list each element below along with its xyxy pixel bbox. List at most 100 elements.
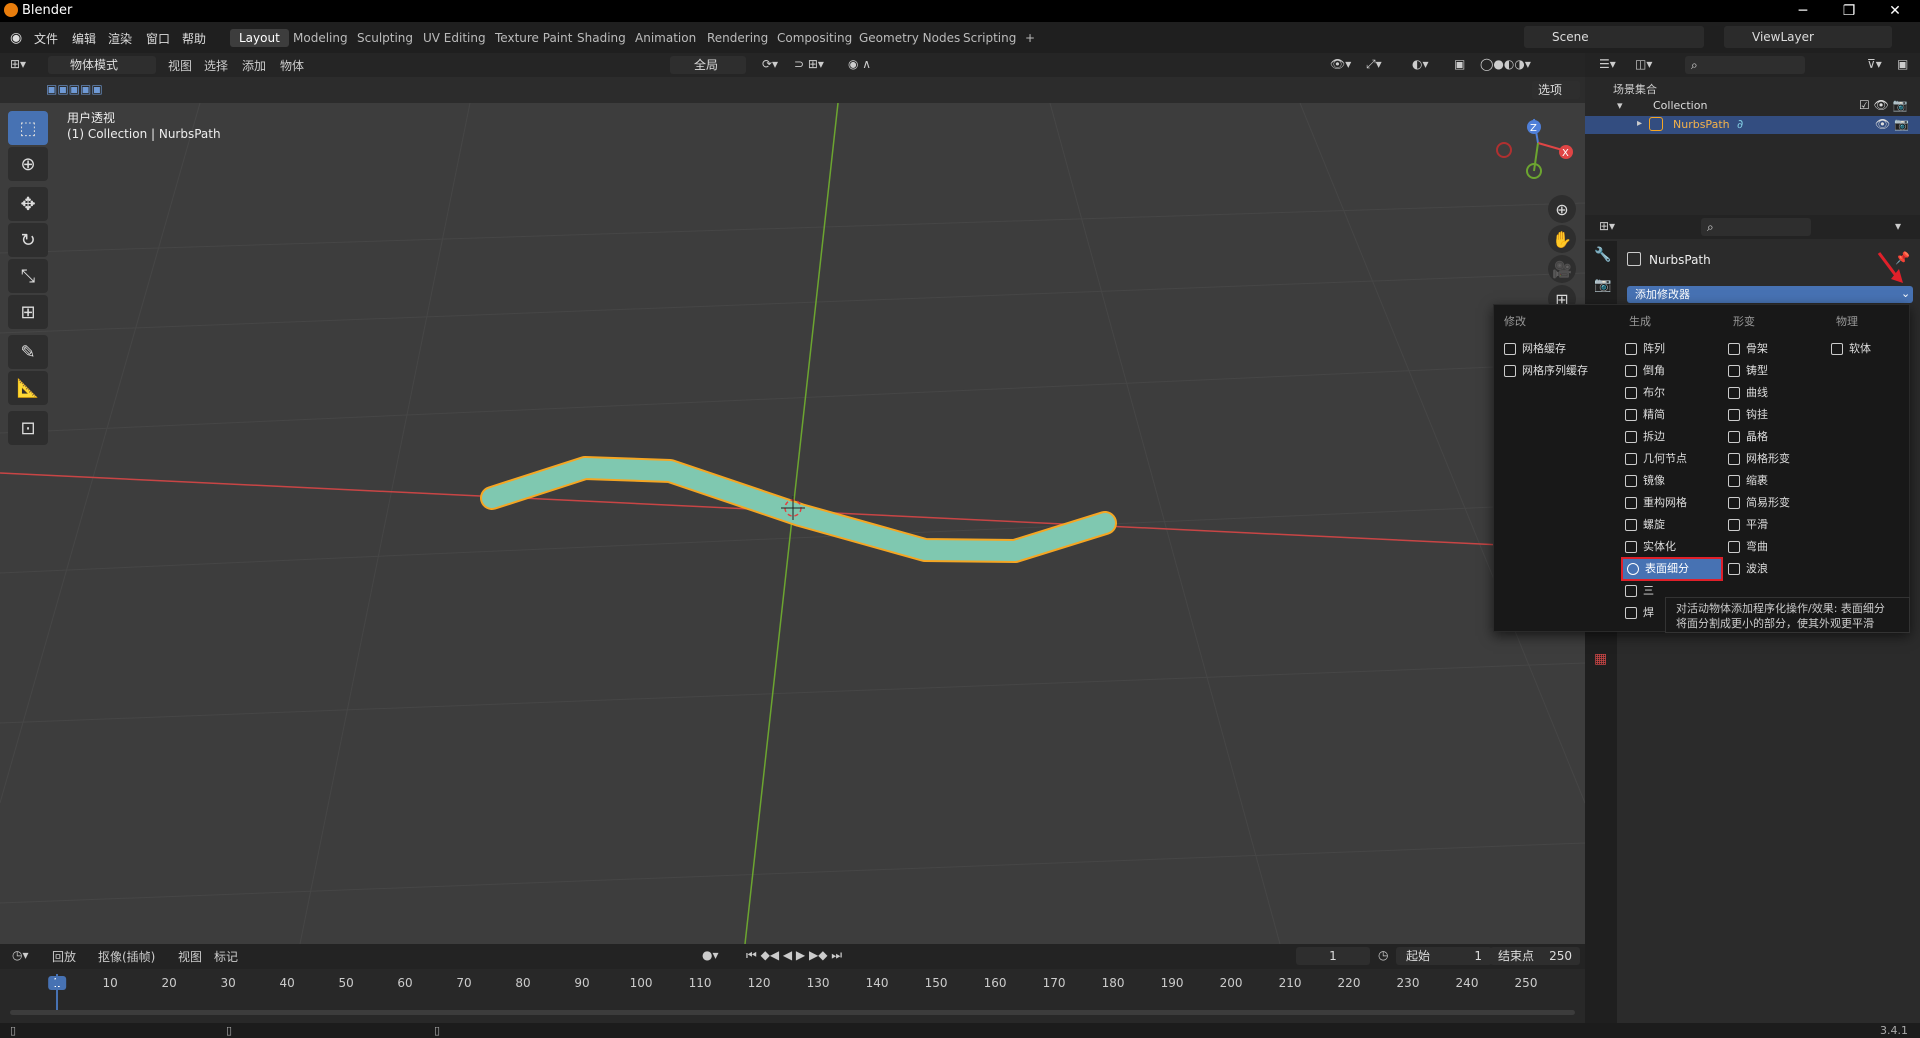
collection-expand-icon[interactable]: ▾ xyxy=(1617,99,1623,112)
menu-item-shrinkwrap[interactable]: 缩裹 xyxy=(1724,471,1824,491)
outliner-root[interactable]: 场景集合 xyxy=(1613,81,1657,97)
menu-item-hook[interactable]: 钩挂 xyxy=(1724,405,1824,425)
editor-type-icon[interactable]: ⊞▾ xyxy=(10,57,26,71)
zoom-icon[interactable]: ⊕ xyxy=(1548,195,1576,223)
minimize-button[interactable]: ─ xyxy=(1780,0,1826,22)
annotate-tool-icon[interactable]: ✎ xyxy=(8,335,48,369)
tool-tab-icon[interactable]: 🔧 xyxy=(1594,247,1611,263)
texture-tab-icon[interactable]: ▦ xyxy=(1594,651,1607,667)
current-frame-field[interactable]: 1 xyxy=(1296,947,1370,965)
outliner-editor-icon[interactable]: ☰▾ xyxy=(1599,57,1616,71)
menu-file[interactable]: 文件 xyxy=(34,30,58,47)
menu-object[interactable]: 物体 xyxy=(280,57,304,74)
tab-sculpting[interactable]: Sculpting xyxy=(348,29,422,47)
timeline-editor-icon[interactable]: ◷▾ xyxy=(12,948,29,962)
menu-view[interactable]: 视图 xyxy=(168,57,192,74)
options-dropdown[interactable]: 选项 xyxy=(1532,81,1580,99)
add-workspace-button[interactable]: + xyxy=(1016,29,1044,47)
filter-icon[interactable]: ⊽▾ xyxy=(1867,57,1882,71)
menu-render[interactable]: 渲染 xyxy=(108,30,132,47)
menu-item-mirror[interactable]: 镜像 xyxy=(1621,471,1721,491)
xray-icon[interactable]: ▣ xyxy=(1454,57,1465,71)
camera-icon[interactable]: 🎥 xyxy=(1548,255,1576,283)
pan-hand-icon[interactable]: ✋ xyxy=(1548,225,1576,253)
rotate-tool-icon[interactable]: ↻ xyxy=(8,223,48,257)
menu-item-smooth[interactable]: 平滑 xyxy=(1724,515,1824,535)
menu-item-mesh-sequence-cache[interactable]: 网格序列缓存 xyxy=(1500,361,1615,381)
select-box-tool-icon[interactable]: ⬚ xyxy=(8,111,48,145)
properties-options-icon[interactable]: ▾ xyxy=(1895,219,1901,233)
outliner-object[interactable]: NurbsPath xyxy=(1673,118,1730,131)
object-expand-icon[interactable]: ▸ xyxy=(1637,118,1642,129)
menu-item-weld[interactable]: 焊接 xyxy=(1621,603,1661,623)
menu-item-armature[interactable]: 骨架 xyxy=(1724,339,1824,359)
outliner-collection[interactable]: Collection xyxy=(1653,99,1707,112)
properties-editor-icon[interactable]: ⊞▾ xyxy=(1599,219,1615,233)
menu-item-simple-deform[interactable]: 简易形变 xyxy=(1724,493,1824,513)
measure-tool-icon[interactable]: 📐 xyxy=(8,371,48,405)
menu-item-edge-split[interactable]: 拆边 xyxy=(1621,427,1721,447)
render-tab-icon[interactable]: 📷 xyxy=(1594,277,1611,293)
shading-modes-icon[interactable]: ◯●◐◑▾ xyxy=(1480,57,1531,71)
object-visibility-icons[interactable]: 👁 📷 xyxy=(1875,117,1909,131)
menu-item-boolean[interactable]: 布尔 xyxy=(1621,383,1721,403)
tab-geometry-nodes[interactable]: Geometry Nodes xyxy=(850,29,969,47)
start-frame-field[interactable]: 起始 1 xyxy=(1396,947,1492,965)
menu-keying[interactable]: 抠像(插帧) xyxy=(98,948,155,965)
properties-search-input[interactable]: ⌕ xyxy=(1701,218,1811,236)
blender-menu-icon[interactable]: ◉ xyxy=(10,30,22,46)
menu-item-curve[interactable]: 曲线 xyxy=(1724,383,1824,403)
scene-selector[interactable]: Scene xyxy=(1524,26,1704,48)
menu-item-mesh-cache[interactable]: 网格缓存 xyxy=(1500,339,1615,359)
menu-item-decimate[interactable]: 精简 xyxy=(1621,405,1721,425)
restore-button[interactable]: ❐ xyxy=(1826,0,1872,22)
menu-item-remesh[interactable]: 重构网格 xyxy=(1621,493,1721,513)
tab-compositing[interactable]: Compositing xyxy=(768,29,861,47)
menu-marker[interactable]: 标记 xyxy=(214,948,238,965)
menu-item-mesh-deform[interactable]: 网格形变 xyxy=(1724,449,1824,469)
timeline-scrollbar[interactable] xyxy=(10,1010,1575,1015)
stopwatch-icon[interactable]: ◷ xyxy=(1378,948,1388,962)
gizmo-toggle-icon[interactable]: ⤢▾ xyxy=(1366,57,1382,72)
menu-item-subdivision-surface[interactable]: 表面细分 xyxy=(1621,557,1723,581)
tab-shading[interactable]: Shading xyxy=(568,29,635,47)
orientation-selector[interactable]: 全局 xyxy=(670,56,746,74)
tab-animation[interactable]: Animation xyxy=(626,29,705,47)
menu-item-curve-bend[interactable]: 弯曲 xyxy=(1724,537,1824,557)
outliner-selected-row[interactable] xyxy=(1585,116,1920,134)
overlay-toggle-icon[interactable]: ◐▾ xyxy=(1412,57,1429,71)
menu-item-triangulate[interactable]: 三角化 xyxy=(1621,581,1661,601)
cursor-tool-icon[interactable]: ⊕ xyxy=(8,147,48,181)
menu-item-soft-body[interactable]: 软体 xyxy=(1827,339,1907,359)
3d-viewport[interactable]: Z X 用户透视 (1) Collection | NurbsPath ⬚ ⊕ … xyxy=(0,103,1585,944)
menu-item-cast[interactable]: 铸型 xyxy=(1724,361,1824,381)
tab-scripting[interactable]: Scripting xyxy=(954,29,1025,47)
view-layer-selector[interactable]: ViewLayer xyxy=(1724,26,1892,48)
menu-help[interactable]: 帮助 xyxy=(182,30,206,47)
tab-rendering[interactable]: Rendering xyxy=(698,29,777,47)
proportional-edit-icon[interactable]: ◉ ∧ xyxy=(848,57,871,71)
menu-playback[interactable]: 回放 xyxy=(52,948,76,965)
tab-uv-editing[interactable]: UV Editing xyxy=(414,29,495,47)
add-modifier-button[interactable]: 添加修改器 xyxy=(1627,286,1913,303)
transform-tool-icon[interactable]: ⊞ xyxy=(8,295,48,329)
add-cube-tool-icon[interactable]: ⊡ xyxy=(8,411,48,445)
playhead[interactable] xyxy=(56,974,58,1014)
tab-modeling[interactable]: Modeling xyxy=(284,29,357,47)
scale-tool-icon[interactable]: ⤡ xyxy=(8,259,48,293)
playback-controls[interactable]: ⏮ ◆◀ ◀ ▶ ▶◆ ⏭ xyxy=(746,948,842,963)
move-tool-icon[interactable]: ✥ xyxy=(8,187,48,221)
menu-item-screw[interactable]: 螺旋 xyxy=(1621,515,1721,535)
menu-timeline-view[interactable]: 视图 xyxy=(178,948,202,965)
menu-add[interactable]: 添加 xyxy=(242,57,266,74)
menu-item-geometry-nodes[interactable]: 几何节点 xyxy=(1621,449,1721,469)
menu-item-bevel[interactable]: 倒角 xyxy=(1621,361,1721,381)
navigation-gizmo[interactable]: Z X xyxy=(1496,118,1573,179)
snap-icon[interactable]: ⊃ ⊞▾ xyxy=(794,57,824,71)
visibility-icon[interactable]: 👁▾ xyxy=(1330,57,1351,71)
pivot-icon[interactable]: ⟳▾ xyxy=(762,57,778,71)
new-collection-icon[interactable]: ▣ xyxy=(1897,57,1908,71)
close-button[interactable]: ✕ xyxy=(1872,0,1918,22)
mode-selector[interactable]: 物体模式 xyxy=(48,56,156,74)
tab-layout[interactable]: Layout xyxy=(230,29,289,47)
